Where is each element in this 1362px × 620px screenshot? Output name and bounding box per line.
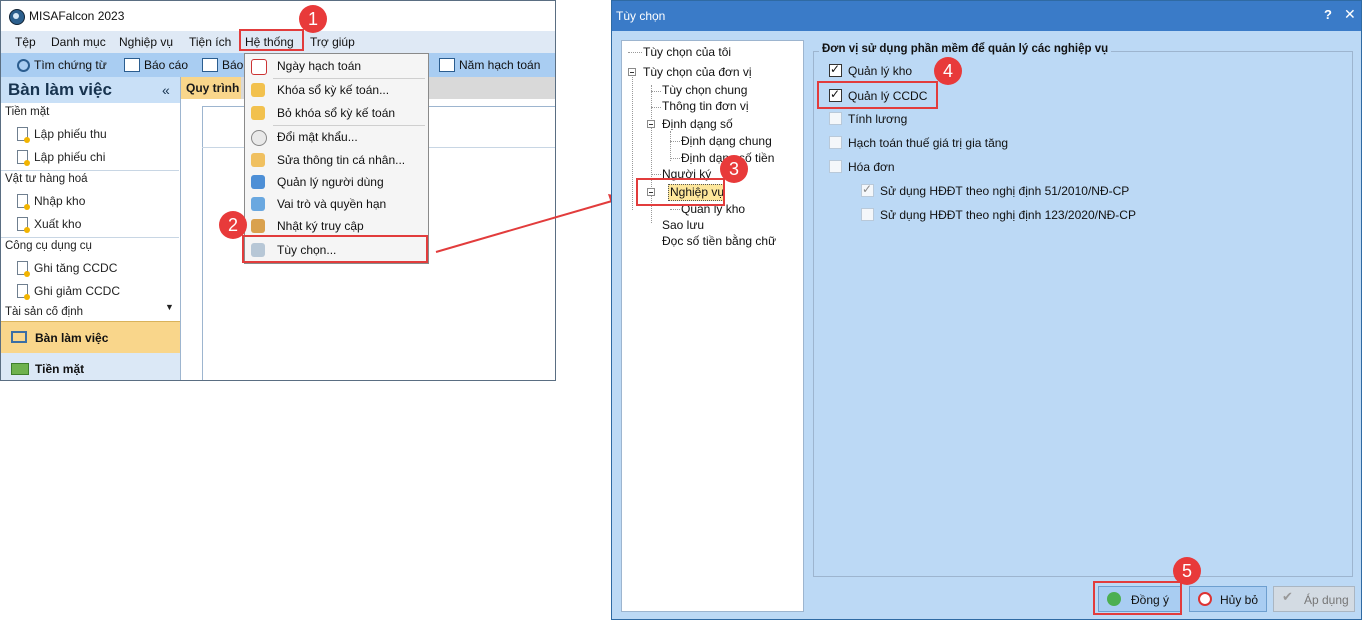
checkbox-hoa-don[interactable]: [829, 160, 842, 173]
label-tinh-luong: Tính lương: [848, 112, 908, 126]
options-tree: Tùy chọn của tôi Tùy chọn của đơn vị Tùy…: [621, 40, 804, 612]
close-icon[interactable]: ✕: [1344, 6, 1356, 23]
label-hoa-don: Hóa đơn: [848, 160, 895, 174]
label-hach-toan-thue: Hạch toán thuế giá trị gia tăng: [848, 136, 1009, 150]
tree-node-tuy-chon-cua-toi[interactable]: Tùy chọn của tôi: [643, 45, 731, 59]
step-badge-4: 4: [934, 57, 962, 85]
options-group: [813, 51, 1353, 577]
tree-node-sao-luu[interactable]: Sao lưu: [662, 218, 704, 232]
label-hddt-123: Sử dụng HĐĐT theo nghị định 123/2020/NĐ-…: [880, 208, 1136, 222]
tree-node-dinh-dang-chung[interactable]: Định dạng chung: [681, 134, 772, 148]
dialog-title: Tùy chọn: [616, 9, 666, 23]
collapse-icon[interactable]: [628, 68, 636, 76]
cancel-icon: [1198, 592, 1212, 606]
check-icon: ✔: [1282, 590, 1293, 605]
section-title: Đơn vị sử dụng phần mềm để quản lý các n…: [819, 43, 1112, 55]
checkbox-hddt-51[interactable]: [861, 182, 874, 197]
checkbox-hach-toan-thue[interactable]: [829, 136, 842, 149]
label-quan-ly-kho: Quản lý kho: [848, 64, 913, 78]
tree-node-thong-tin-don-vi[interactable]: Thông tin đơn vị: [662, 99, 749, 113]
help-icon[interactable]: ?: [1324, 7, 1332, 22]
highlight-quan-ly-ccdc: [817, 81, 938, 109]
checkbox-quan-ly-kho[interactable]: [829, 62, 842, 77]
label-hddt-51: Sử dụng HĐĐT theo nghị định 51/2010/NĐ-C…: [880, 184, 1130, 198]
checkbox-tinh-luong[interactable]: [829, 112, 842, 125]
tree-node-tuy-chon-chung[interactable]: Tùy chọn chung: [662, 83, 747, 97]
apply-button[interactable]: ✔ Áp dụng: [1273, 586, 1355, 612]
tree-node-doc-so-tien[interactable]: Đọc số tiền bằng chữ: [662, 234, 776, 248]
step-badge-5: 5: [1173, 557, 1201, 585]
tree-node-tuy-chon-don-vi[interactable]: Tùy chọn của đơn vị: [643, 65, 752, 79]
step-badge-3: 3: [720, 155, 748, 183]
dialog-titlebar: Tùy chọn ? ✕: [612, 1, 1361, 31]
collapse-icon[interactable]: [647, 120, 655, 128]
options-dialog: Tùy chọn ? ✕ Tùy chọn của tôi Tùy chọn c…: [611, 0, 1362, 620]
tree-node-dinh-dang-so[interactable]: Định dạng số: [662, 117, 733, 131]
highlight-nghiep-vu: [636, 178, 725, 206]
cancel-button[interactable]: Hủy bỏ: [1189, 586, 1267, 612]
highlight-ok-button: [1093, 581, 1182, 615]
checkbox-hddt-123[interactable]: [861, 208, 874, 221]
